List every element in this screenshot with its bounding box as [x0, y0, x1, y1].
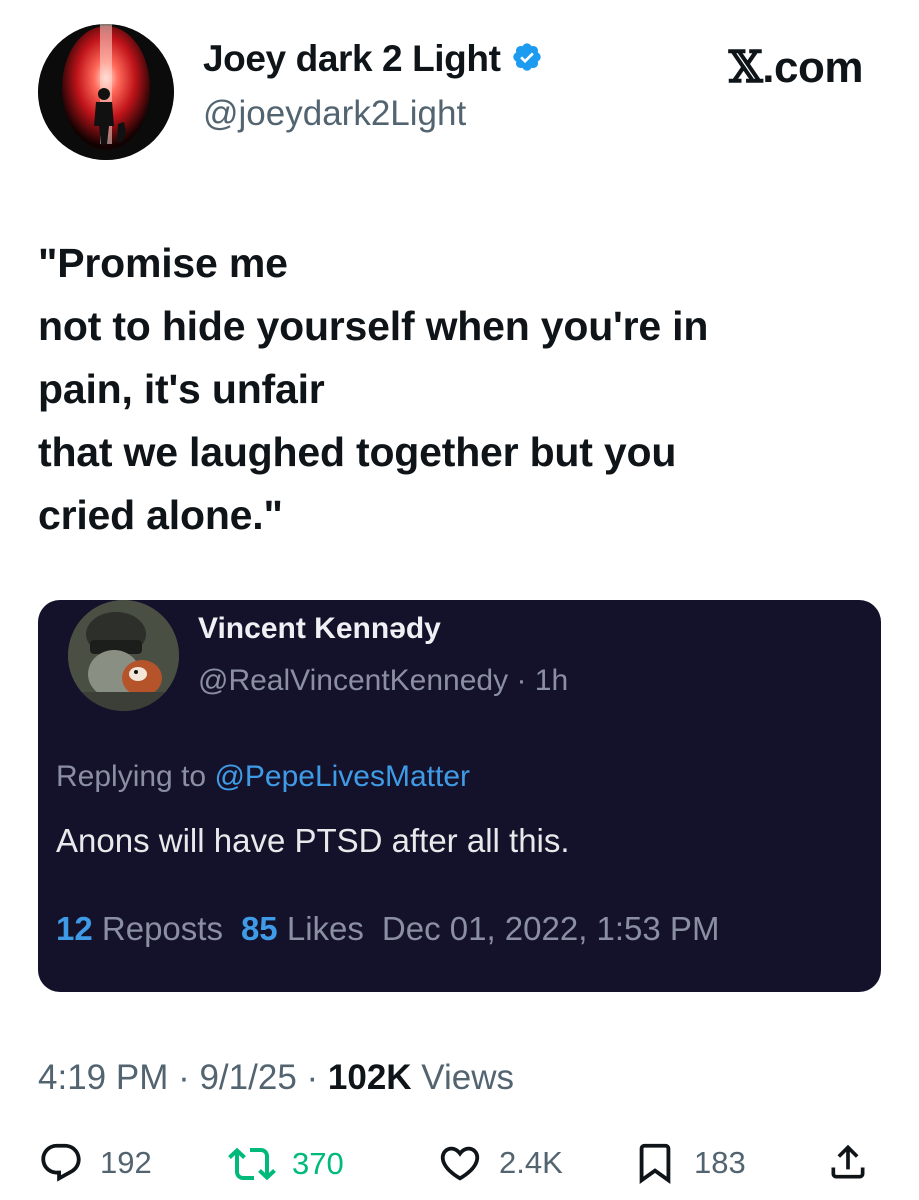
- quoted-replying-to: Replying to @PepeLivesMatter: [56, 760, 470, 794]
- quoted-post-card[interactable]: Vincent Kennədy @RealVincentKennedy · 1h…: [38, 600, 881, 992]
- post-text: "Promise me not to hide yourself when yo…: [38, 232, 878, 547]
- quoted-reposts-count: 12: [56, 910, 93, 947]
- author-display-name[interactable]: Joey dark 2 Light: [203, 38, 501, 80]
- quoted-reposts-label: Reposts: [101, 910, 223, 947]
- replying-to-prefix: Replying to: [56, 760, 207, 793]
- quoted-author-name: Vincent Kennədy: [198, 612, 441, 645]
- heart-icon: [437, 1140, 483, 1186]
- x-logo-text: .com: [762, 43, 863, 92]
- dot-separator: ·: [168, 1058, 200, 1097]
- x-com-logo: 𝕏.com: [728, 42, 864, 93]
- post-time[interactable]: 4:19 PM: [38, 1058, 168, 1097]
- author-avatar[interactable]: [38, 24, 174, 160]
- share-icon: [826, 1140, 870, 1184]
- replying-to-mention: @PepeLivesMatter: [214, 760, 471, 793]
- repost-icon: [228, 1140, 276, 1188]
- quoted-timestamp: Dec 01, 2022, 1:53 PM: [381, 910, 720, 947]
- repost-count: 370: [292, 1146, 344, 1181]
- views-count: 102K: [327, 1058, 412, 1097]
- quoted-post-stats: 12 Reposts 85 Likes Dec 01, 2022, 1:53 P…: [56, 910, 719, 948]
- post-text-line: pain, it's unfair: [38, 366, 325, 412]
- quoted-author-avatar: [68, 600, 179, 711]
- like-count: 2.4K: [499, 1145, 563, 1180]
- quoted-likes-label: Likes: [286, 910, 364, 947]
- x-logo-glyph: 𝕏: [728, 42, 763, 93]
- post-text-line: "Promise me: [38, 240, 288, 286]
- bookmark-icon: [632, 1140, 678, 1186]
- post-date[interactable]: 9/1/25: [199, 1058, 296, 1097]
- post-text-line: that we laughed together but you: [38, 429, 677, 475]
- reply-icon: [38, 1140, 84, 1186]
- avatar-image: [38, 24, 174, 160]
- quoted-author-handle: @RealVincentKennedy: [198, 664, 509, 697]
- post-text-line: not to hide yourself when you're in: [38, 303, 709, 349]
- author-handle[interactable]: @joeydark2Light: [203, 94, 466, 134]
- quoted-likes: 85 Likes: [241, 910, 364, 948]
- bookmark-count: 183: [694, 1145, 746, 1180]
- dot-separator: ·: [296, 1058, 328, 1097]
- quoted-post-text: Anons will have PTSD after all this.: [56, 822, 570, 859]
- reply-button[interactable]: 192: [38, 1140, 152, 1186]
- like-button[interactable]: 2.4K: [437, 1140, 563, 1186]
- repost-button[interactable]: 370: [228, 1140, 344, 1188]
- quoted-post-time: 1h: [534, 664, 569, 697]
- quoted-reposts: 12 Reposts: [56, 910, 223, 948]
- action-bar: 192 370 2.4K 183: [0, 1140, 919, 1190]
- bookmark-button[interactable]: 183: [632, 1140, 746, 1186]
- dot-separator: ·: [516, 664, 535, 697]
- views-label: Views: [421, 1058, 515, 1097]
- quoted-author-handle-line: @RealVincentKennedy · 1h: [198, 664, 568, 698]
- share-button[interactable]: [826, 1140, 870, 1184]
- post-text-line: cried alone.": [38, 492, 283, 538]
- verified-badge-icon: [511, 41, 543, 78]
- post-meta: 4:19 PM · 9/1/25 · 102K Views: [38, 1058, 514, 1098]
- quoted-likes-count: 85: [240, 910, 278, 947]
- reply-count: 192: [100, 1145, 152, 1180]
